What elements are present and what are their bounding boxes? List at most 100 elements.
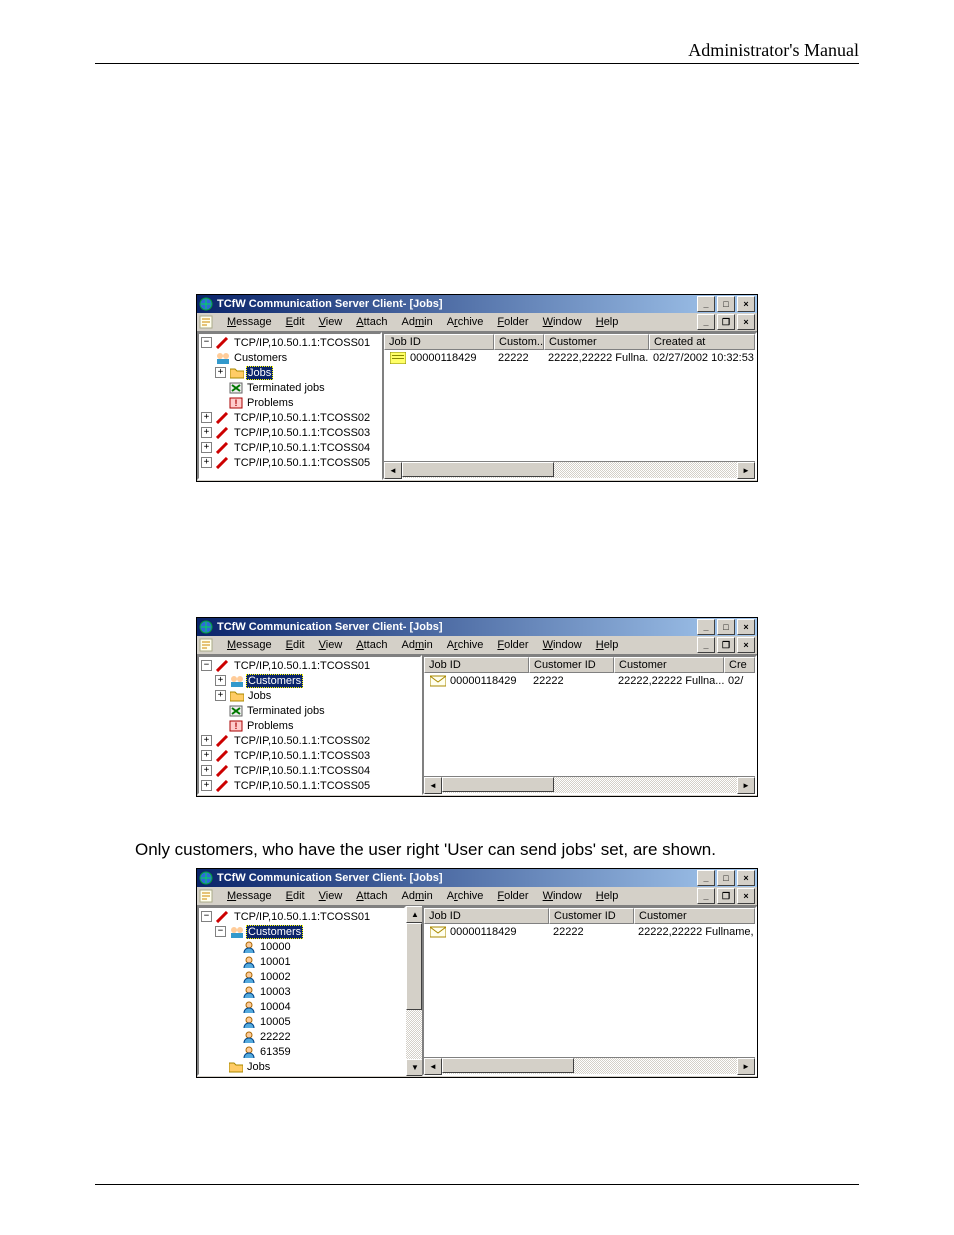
menu-view[interactable]: View (313, 315, 349, 329)
list-body[interactable]: 00000118429 22222 22222,22222 Fullname, (424, 924, 755, 1057)
col-custom[interactable]: Custom... (494, 334, 544, 350)
menu-archive[interactable]: Archive (441, 889, 490, 903)
col-customerid[interactable]: Customer ID (529, 657, 614, 673)
menu-view[interactable]: View (313, 638, 349, 652)
menu-folder[interactable]: Folder (491, 889, 534, 903)
tree-problems[interactable]: Problems (245, 397, 295, 409)
expander[interactable]: + (215, 675, 226, 686)
minimize-button[interactable]: _ (697, 296, 715, 312)
tree-customer-item[interactable]: 22222 (199, 1029, 404, 1044)
menu-view[interactable]: View (313, 889, 349, 903)
expander[interactable]: − (201, 337, 212, 348)
expander[interactable]: + (215, 367, 226, 378)
menu-folder[interactable]: Folder (491, 638, 534, 652)
tree-customer-item[interactable]: 10002 (199, 969, 404, 984)
list-row[interactable]: 00000118429 22222 22222,22222 Fullname, (424, 924, 755, 940)
list-body[interactable]: 00000118429 22222 22222,22222 Fullna... … (424, 673, 755, 776)
expander[interactable]: + (201, 750, 212, 761)
tree-server-1[interactable]: TCP/IP,10.50.1.1:TCOSS01 (232, 660, 372, 672)
tree-customer-item[interactable]: 10003 (199, 984, 404, 999)
scroll-left-button[interactable]: ◄ (424, 777, 442, 794)
mdi-close-button[interactable]: × (737, 888, 755, 904)
menu-help[interactable]: Help (590, 889, 625, 903)
tree-terminated[interactable]: Terminated jobs (245, 705, 327, 717)
minimize-button[interactable]: _ (697, 619, 715, 635)
mdi-restore-button[interactable]: ❐ (717, 637, 735, 653)
menu-message[interactable]: Message (221, 315, 278, 329)
close-button[interactable]: × (737, 870, 755, 886)
col-jobid[interactable]: Job ID (424, 657, 529, 673)
scroll-left-button[interactable]: ◄ (384, 462, 402, 479)
menu-attach[interactable]: Attach (350, 889, 393, 903)
tree-customer-item[interactable]: 61359 (199, 1044, 404, 1059)
tree-server-1[interactable]: TCP/IP,10.50.1.1:TCOSS01 (232, 911, 372, 923)
tree-pane[interactable]: −TCP/IP,10.50.1.1:TCOSS01 +Customers +Jo… (197, 655, 422, 795)
list-body[interactable]: 00000118429 22222 22222,22222 Fullna... … (384, 350, 755, 461)
h-scrollbar[interactable]: ◄ ► (424, 776, 755, 793)
col-customer[interactable]: Customer (544, 334, 649, 350)
menu-folder[interactable]: Folder (491, 315, 534, 329)
tree-server-5[interactable]: TCP/IP,10.50.1.1:TCOSS05 (232, 457, 372, 469)
maximize-button[interactable]: □ (717, 870, 735, 886)
tree-server-4[interactable]: TCP/IP,10.50.1.1:TCOSS04 (232, 442, 372, 454)
tree-jobs-selected[interactable]: Jobs (246, 366, 273, 380)
list-row[interactable]: 00000118429 22222 22222,22222 Fullna... … (424, 673, 755, 689)
mdi-restore-button[interactable]: ❐ (717, 314, 735, 330)
tree-customer-item[interactable]: 10000 (199, 939, 404, 954)
menu-window[interactable]: Window (537, 638, 588, 652)
mdi-close-button[interactable]: × (737, 637, 755, 653)
tree-terminated[interactable]: Terminated jobs (245, 382, 327, 394)
expander[interactable]: − (215, 926, 226, 937)
titlebar[interactable]: TCfW Communication Server Client- [Jobs]… (197, 295, 757, 313)
h-scrollbar[interactable]: ◄ ► (424, 1057, 755, 1074)
menu-archive[interactable]: Archive (441, 638, 490, 652)
tree-server-5[interactable]: TCP/IP,10.50.1.1:TCOSS05 (232, 780, 372, 792)
tree-customers-selected[interactable]: Customers (246, 925, 303, 939)
menu-message[interactable]: Message (221, 638, 278, 652)
col-cre[interactable]: Cre (724, 657, 755, 673)
minimize-button[interactable]: _ (697, 870, 715, 886)
menu-archive[interactable]: Archive (441, 315, 490, 329)
menu-edit[interactable]: Edit (280, 315, 311, 329)
tree-customers-selected[interactable]: Customers (246, 674, 303, 688)
tree-server-1[interactable]: TCP/IP,10.50.1.1:TCOSS01 (232, 337, 372, 349)
mdi-minimize-button[interactable]: _ (697, 888, 715, 904)
close-button[interactable]: × (737, 296, 755, 312)
expander[interactable]: + (215, 690, 226, 701)
menu-message[interactable]: Message (221, 889, 278, 903)
scroll-left-button[interactable]: ◄ (424, 1058, 442, 1075)
titlebar[interactable]: TCfW Communication Server Client- [Jobs]… (197, 869, 757, 887)
menu-help[interactable]: Help (590, 315, 625, 329)
scroll-right-button[interactable]: ► (737, 777, 755, 794)
expander[interactable]: + (201, 780, 212, 791)
tree-server-4[interactable]: TCP/IP,10.50.1.1:TCOSS04 (232, 765, 372, 777)
maximize-button[interactable]: □ (717, 296, 735, 312)
mdi-minimize-button[interactable]: _ (697, 637, 715, 653)
expander[interactable]: + (201, 412, 212, 423)
tree-jobs[interactable]: Jobs (245, 1061, 272, 1073)
tree-customer-item[interactable]: 10001 (199, 954, 404, 969)
menu-help[interactable]: Help (590, 638, 625, 652)
menu-edit[interactable]: Edit (280, 638, 311, 652)
scroll-right-button[interactable]: ► (737, 1058, 755, 1075)
menu-admin[interactable]: Admin (395, 889, 438, 903)
maximize-button[interactable]: □ (717, 619, 735, 635)
menu-edit[interactable]: Edit (280, 889, 311, 903)
col-customerid[interactable]: Customer ID (549, 908, 634, 924)
expander[interactable]: + (201, 457, 212, 468)
tree-customer-item[interactable]: 10004 (199, 999, 404, 1014)
tree-pane[interactable]: −TCP/IP,10.50.1.1:TCOSS01 −Customers 100… (197, 906, 406, 1076)
tree-problems[interactable]: Problems (245, 720, 295, 732)
tree-jobs[interactable]: Jobs (246, 690, 273, 702)
mdi-minimize-button[interactable]: _ (697, 314, 715, 330)
titlebar[interactable]: TCfW Communication Server Client- [Jobs]… (197, 618, 757, 636)
expander[interactable]: + (201, 765, 212, 776)
col-jobid[interactable]: Job ID (384, 334, 494, 350)
tree-server-2[interactable]: TCP/IP,10.50.1.1:TCOSS02 (232, 735, 372, 747)
col-customer[interactable]: Customer (634, 908, 755, 924)
menu-window[interactable]: Window (537, 889, 588, 903)
tree-server-3[interactable]: TCP/IP,10.50.1.1:TCOSS03 (232, 750, 372, 762)
list-row[interactable]: 00000118429 22222 22222,22222 Fullna... … (384, 350, 755, 366)
col-jobid[interactable]: Job ID (424, 908, 549, 924)
tree-customer-item[interactable]: 10005 (199, 1014, 404, 1029)
